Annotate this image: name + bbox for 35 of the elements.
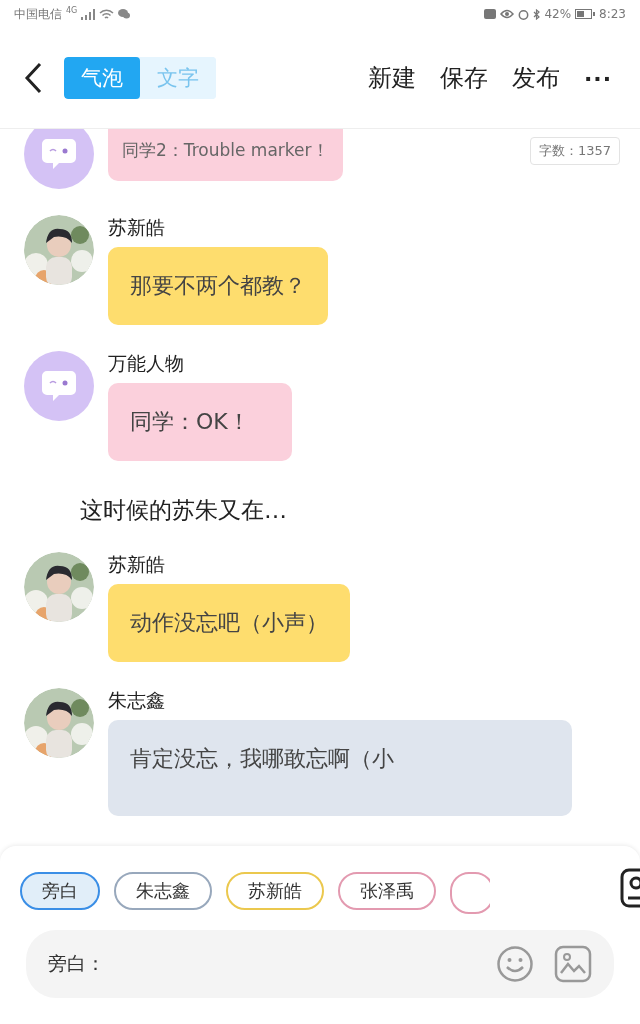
action-button[interactable]: 保存 [431,62,496,94]
sender-name: 苏新皓 [108,215,165,239]
role-chip[interactable]: 张泽禹 [338,872,436,910]
action-button[interactable]: 新建 [359,62,424,94]
message-bubble: 同学：OK！ [108,383,292,461]
message-bubble: 那要不两个都教？ [108,247,328,325]
more-button[interactable]: ··· [575,65,620,91]
role-chip[interactable]: 旁白 [20,872,100,910]
action-button[interactable]: 发布 [503,62,568,94]
message-bubble: 同学2：Trouble marker！ [108,129,343,181]
carrier-text: 中国电信 [14,5,62,23]
network-text: 4G [66,6,78,15]
bluetooth-icon [533,8,541,20]
back-icon[interactable] [24,62,42,94]
chat-app-icon [118,9,131,19]
time-text: 8:23 [599,7,626,21]
narration-text: 这时候的苏朱又在… [80,496,288,525]
role-chip[interactable]: 苏新皓 [226,872,324,910]
emoji-icon[interactable] [496,945,534,983]
eye-icon [500,9,515,19]
sender-name: 朱志鑫 [108,688,165,712]
input-field[interactable]: 旁白： [26,930,614,998]
contact-card-icon[interactable] [620,868,640,908]
signal-icon [81,8,96,20]
message-bubble: 动作没忘吧（小声） [108,584,350,662]
role-chip[interactable]: 朱志鑫 [114,872,212,910]
battery-icon [575,9,596,19]
role-chip[interactable] [450,872,490,914]
message-bubble: 肯定没忘，我哪敢忘啊（小 [108,720,572,816]
image-icon[interactable] [554,945,592,983]
wifi-icon [99,8,115,20]
sender-name: 万能人物 [108,351,184,375]
battery-text: 42% [544,7,572,21]
sender-name: 苏新皓 [108,552,165,576]
word-count: 字数：1357 [529,137,620,165]
